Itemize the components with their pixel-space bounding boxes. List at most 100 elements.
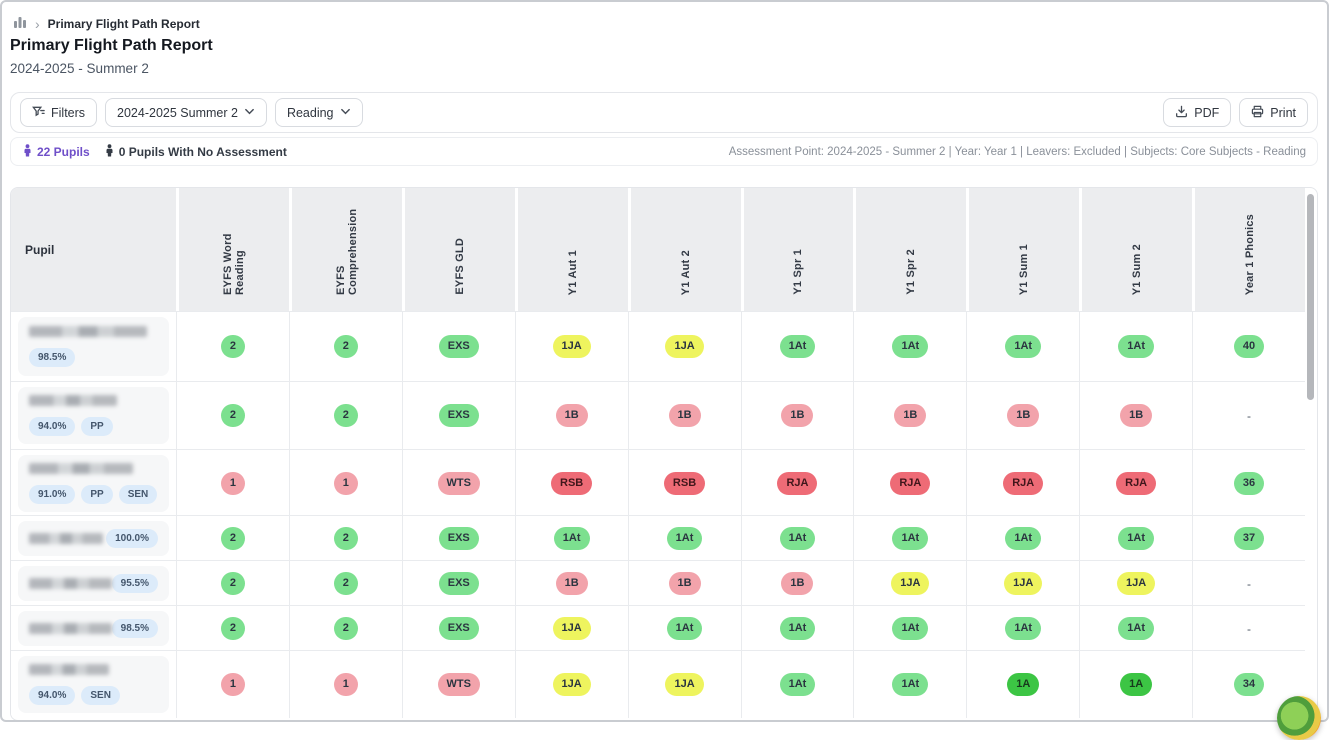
grade-pill[interactable]: 1 bbox=[221, 673, 245, 696]
grade-pill[interactable]: 1At bbox=[1118, 335, 1154, 358]
grade-pill[interactable]: 1At bbox=[1005, 617, 1041, 640]
grade-pill[interactable]: 34 bbox=[1234, 673, 1264, 696]
grade-pill[interactable]: 1JA bbox=[1117, 572, 1155, 595]
grade-pill[interactable]: EXS bbox=[439, 617, 479, 640]
pdf-button[interactable]: PDF bbox=[1163, 98, 1231, 127]
pupil-card: 94.0%SEN bbox=[18, 656, 169, 713]
grade-pill[interactable]: 2 bbox=[221, 335, 245, 358]
grade-pill[interactable]: 1B bbox=[1007, 404, 1039, 427]
grade-pill[interactable]: 2 bbox=[334, 617, 358, 640]
grade-pill[interactable]: RJA bbox=[1003, 472, 1043, 495]
grade-pill[interactable]: 1At bbox=[892, 617, 928, 640]
assessment-cell-y1-sum-2: 1At bbox=[1079, 311, 1192, 381]
grade-pill[interactable]: 1B bbox=[781, 572, 813, 595]
grade-pill[interactable]: 1B bbox=[894, 404, 926, 427]
grade-pill[interactable]: 1JA bbox=[553, 673, 591, 696]
grade-pill[interactable]: 1At bbox=[892, 673, 928, 696]
grade-pill[interactable]: 2 bbox=[221, 572, 245, 595]
grade-pill[interactable]: 1B bbox=[669, 572, 701, 595]
grade-pill[interactable]: 2 bbox=[221, 527, 245, 550]
pupil-cell[interactable]: 94.0%PP bbox=[11, 381, 176, 449]
table-scrollbar-thumb[interactable] bbox=[1307, 194, 1314, 400]
grade-pill[interactable]: 37 bbox=[1234, 527, 1264, 550]
grade-pill[interactable]: 1JA bbox=[553, 617, 591, 640]
grade-pill[interactable]: 2 bbox=[334, 572, 358, 595]
grade-pill[interactable]: 1At bbox=[780, 617, 816, 640]
subject-value: Reading bbox=[287, 106, 334, 120]
filters-button[interactable]: Filters bbox=[20, 98, 97, 127]
grade-pill[interactable]: 1A bbox=[1120, 673, 1152, 696]
pupil-cell[interactable]: 91.0%PPSEN bbox=[11, 449, 176, 517]
subject-select[interactable]: Reading bbox=[275, 98, 363, 127]
grade-pill[interactable]: 1JA bbox=[665, 673, 703, 696]
grade-pill[interactable]: 1 bbox=[334, 472, 358, 495]
no-result-value: - bbox=[1247, 409, 1251, 423]
pupil-cell[interactable]: 98.5% bbox=[11, 311, 176, 381]
grade-pill[interactable]: RJA bbox=[890, 472, 930, 495]
grade-pill[interactable]: EXS bbox=[439, 335, 479, 358]
grade-pill[interactable]: EXS bbox=[439, 572, 479, 595]
assessment-cell-y1-spr-1: 1B bbox=[741, 381, 854, 449]
grade-pill[interactable]: 1B bbox=[556, 404, 588, 427]
grade-pill[interactable]: 1 bbox=[221, 472, 245, 495]
assessment-cell-eyfs-word-reading: 2 bbox=[176, 605, 289, 651]
download-icon bbox=[1175, 105, 1188, 121]
grade-pill[interactable]: 1At bbox=[780, 335, 816, 358]
grade-pill[interactable]: 1At bbox=[1005, 335, 1041, 358]
grade-pill[interactable]: 1At bbox=[780, 673, 816, 696]
grade-pill[interactable]: 1At bbox=[892, 527, 928, 550]
table-row: 91.0%PPSEN 1 1 WTS RSB RSB RJA RJA RJA RJA 36 bbox=[11, 449, 1305, 515]
breadcrumb-current-page[interactable]: Primary Flight Path Report bbox=[48, 17, 200, 31]
grade-pill[interactable]: 1JA bbox=[553, 335, 591, 358]
grade-pill[interactable]: 1JA bbox=[891, 572, 929, 595]
floating-widget-icon[interactable] bbox=[1277, 696, 1321, 740]
grade-pill[interactable]: 2 bbox=[334, 335, 358, 358]
assessment-cell-eyfs-comprehension: 1 bbox=[289, 650, 402, 718]
pupil-badges: 94.0%SEN bbox=[29, 686, 158, 705]
pupil-card: 98.5% bbox=[18, 611, 169, 646]
assessment-cell-y1-sum-2: 1At bbox=[1079, 605, 1192, 651]
grade-pill[interactable]: RSB bbox=[551, 472, 592, 495]
grade-pill[interactable]: RJA bbox=[777, 472, 817, 495]
grade-pill[interactable]: 1JA bbox=[665, 335, 703, 358]
pupil-badges: 98.5% bbox=[29, 348, 158, 367]
flight-path-table: Pupil EYFS Word ReadingEYFS Comprehensio… bbox=[10, 187, 1318, 721]
grade-pill[interactable]: RSB bbox=[664, 472, 705, 495]
grade-pill[interactable]: 1A bbox=[1007, 673, 1039, 696]
pupil-cell[interactable]: 95.5% bbox=[11, 560, 176, 606]
grade-pill[interactable]: WTS bbox=[438, 472, 480, 495]
grade-pill[interactable]: 1At bbox=[780, 527, 816, 550]
grade-pill[interactable]: 2 bbox=[334, 527, 358, 550]
grade-pill[interactable]: 2 bbox=[334, 404, 358, 427]
grade-pill[interactable]: 1At bbox=[1005, 527, 1041, 550]
bar-chart-icon[interactable] bbox=[13, 15, 27, 32]
grade-pill[interactable]: 36 bbox=[1234, 472, 1264, 495]
grade-pill[interactable]: 2 bbox=[221, 617, 245, 640]
grade-pill[interactable]: 1At bbox=[667, 527, 703, 550]
grade-pill[interactable]: 1At bbox=[1118, 617, 1154, 640]
grade-pill[interactable]: 2 bbox=[221, 404, 245, 427]
grade-pill[interactable]: 1At bbox=[892, 335, 928, 358]
grade-pill[interactable]: 1 bbox=[334, 673, 358, 696]
table-scrollbar[interactable] bbox=[1306, 190, 1315, 718]
pupil-cell[interactable]: 98.5% bbox=[11, 605, 176, 651]
grade-pill[interactable]: 40 bbox=[1234, 335, 1264, 358]
assessment-point-select[interactable]: 2024-2025 Summer 2 bbox=[105, 98, 267, 127]
pupil-badges: 94.0%PP bbox=[29, 417, 158, 436]
assessment-cell-eyfs-gld: WTS bbox=[402, 650, 515, 718]
grade-pill[interactable]: 1B bbox=[556, 572, 588, 595]
grade-pill[interactable]: EXS bbox=[439, 527, 479, 550]
print-button[interactable]: Print bbox=[1239, 98, 1308, 127]
grade-pill[interactable]: 1At bbox=[667, 617, 703, 640]
grade-pill[interactable]: WTS bbox=[438, 673, 480, 696]
pupil-cell[interactable]: 100.0% bbox=[11, 515, 176, 561]
pupil-cell[interactable]: 94.0%SEN bbox=[11, 650, 176, 718]
grade-pill[interactable]: 1B bbox=[781, 404, 813, 427]
grade-pill[interactable]: 1B bbox=[669, 404, 701, 427]
grade-pill[interactable]: 1At bbox=[554, 527, 590, 550]
grade-pill[interactable]: 1JA bbox=[1004, 572, 1042, 595]
grade-pill[interactable]: EXS bbox=[439, 404, 479, 427]
grade-pill[interactable]: 1At bbox=[1118, 527, 1154, 550]
grade-pill[interactable]: 1B bbox=[1120, 404, 1152, 427]
grade-pill[interactable]: RJA bbox=[1116, 472, 1156, 495]
